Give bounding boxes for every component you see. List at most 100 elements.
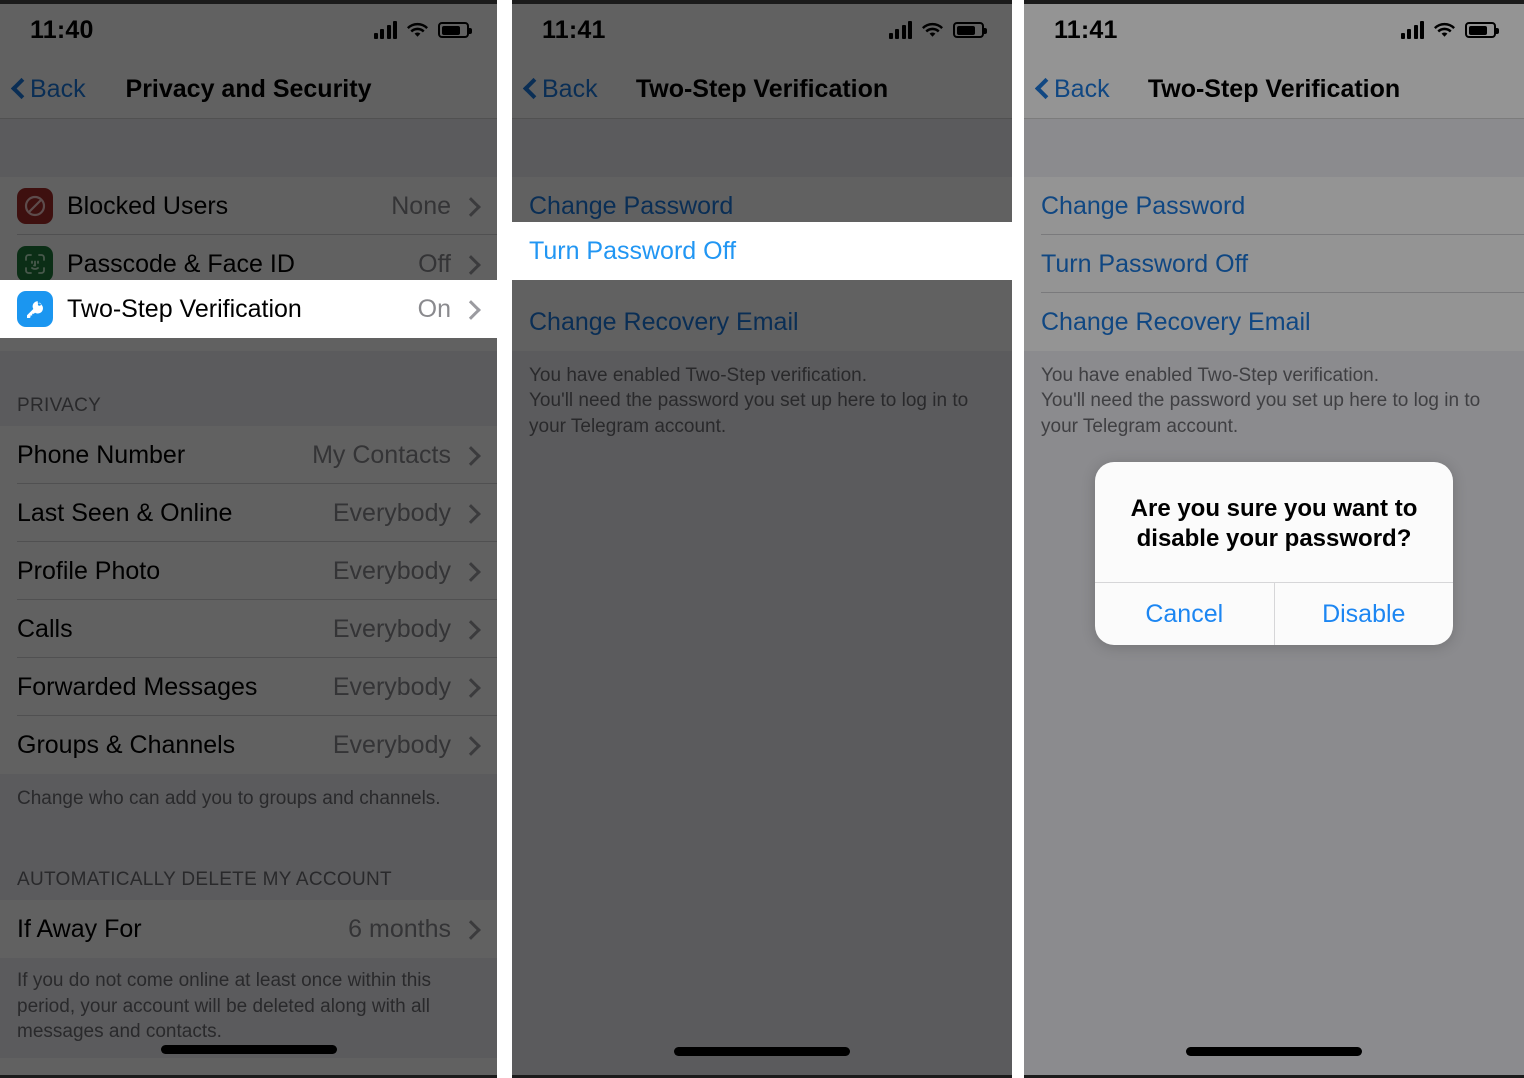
chevron-right-icon: [463, 256, 479, 272]
back-label: Back: [1054, 74, 1110, 103]
row-label: Two-Step Verification: [67, 294, 302, 323]
row-value: On: [417, 294, 451, 323]
back-button[interactable]: Back: [1024, 75, 1110, 104]
row-last-seen-online[interactable]: Last Seen & Online Everybody: [0, 484, 497, 542]
screen-1: 11:40 Back Privacy and Security Blocked …: [0, 0, 497, 1078]
battery-icon: [438, 22, 472, 38]
phone-panel-disable-confirm: 11:41 Back Two-Step Verification Change …: [1024, 0, 1524, 1078]
two-step-footer-note: You have enabled Two-Step verification. …: [1024, 351, 1524, 453]
row-value: Everybody: [332, 730, 451, 759]
row-value: Off: [418, 249, 451, 278]
frame-top-edge: [512, 0, 1012, 4]
nav-bar-2: Back Two-Step Verification: [512, 60, 1012, 119]
row-value: My Contacts: [312, 440, 451, 469]
wifi-icon: [1433, 22, 1456, 39]
row-phone-number[interactable]: Phone Number My Contacts: [0, 426, 497, 484]
auto-delete-group: If Away For 6 months: [0, 900, 497, 959]
row-label: Blocked Users: [67, 191, 229, 220]
row-forwarded-messages[interactable]: Forwarded Messages Everybody: [0, 658, 497, 716]
frame-top-edge: [0, 0, 497, 4]
row-label: Groups & Channels: [17, 730, 236, 759]
row-label: Profile Photo: [17, 556, 161, 585]
auto-delete-section-header: AUTOMATICALLY DELETE MY ACCOUNT: [0, 825, 497, 901]
list-top-spacer: [1024, 119, 1524, 177]
status-indicators: [1400, 21, 1499, 39]
nav-bar-3: Back Two-Step Verification: [1024, 60, 1524, 119]
cellular-signal-icon: [888, 21, 912, 39]
home-indicator: [674, 1047, 850, 1056]
back-button[interactable]: Back: [0, 75, 86, 104]
row-change-recovery-email[interactable]: Change Recovery Email: [512, 293, 1012, 351]
status-time: 11:40: [30, 15, 94, 44]
back-label: Back: [30, 74, 86, 103]
row-label: Calls: [17, 614, 73, 643]
row-turn-password-off[interactable]: Turn Password Off: [1024, 235, 1524, 293]
chevron-right-icon: [463, 921, 479, 937]
face-id-icon: [17, 246, 53, 282]
row-label: Forwarded Messages: [17, 672, 258, 701]
row-label: Change Password: [1041, 191, 1246, 220]
screen-3: 11:41 Back Two-Step Verification Change …: [1024, 0, 1524, 1078]
chevron-right-icon: [463, 737, 479, 753]
row-calls[interactable]: Calls Everybody: [0, 600, 497, 658]
row-label: Passcode & Face ID: [67, 249, 295, 278]
row-label: Change Recovery Email: [529, 307, 799, 336]
panel-gap-1: [497, 0, 512, 1078]
chevron-right-icon: [463, 563, 479, 579]
row-label: Turn Password Off: [529, 236, 737, 265]
alert-actions: Cancel Disable: [1095, 582, 1453, 645]
status-bar-3: 11:41: [1024, 0, 1524, 60]
nav-bar-1: Back Privacy and Security: [0, 60, 497, 119]
key-icon: [17, 291, 53, 327]
row-value: Everybody: [332, 672, 451, 701]
row-label: Change Password: [529, 191, 734, 220]
home-indicator: [160, 1045, 337, 1054]
auto-delete-footer-note: If you do not come online at least once …: [0, 958, 497, 1059]
disable-button[interactable]: Disable: [1273, 583, 1454, 645]
row-value: None: [391, 191, 451, 220]
row-if-away-for[interactable]: If Away For 6 months: [0, 900, 497, 959]
row-label: Change Recovery Email: [1041, 307, 1311, 336]
row-value: Everybody: [332, 498, 451, 527]
row-label: Phone Number: [17, 440, 186, 469]
back-label: Back: [542, 74, 598, 103]
chevron-left-icon: [12, 78, 25, 100]
battery-icon: [1465, 22, 1499, 38]
chevron-right-icon: [463, 679, 479, 695]
privacy-footer-note: Change who can add you to groups and cha…: [0, 774, 497, 826]
row-change-recovery-email[interactable]: Change Recovery Email: [1024, 293, 1524, 351]
row-label: Turn Password Off: [1041, 249, 1249, 278]
row-groups-channels[interactable]: Groups & Channels Everybody: [0, 716, 497, 774]
chevron-left-icon: [1036, 78, 1049, 100]
row-label: Last Seen & Online: [17, 498, 233, 527]
cellular-signal-icon: [373, 21, 397, 39]
phone-panel-two-step-highlight: 11:41 Back Two-Step Verification Change …: [512, 0, 1012, 1078]
privacy-group: Phone Number My Contacts Last Seen & Onl…: [0, 426, 497, 774]
two-step-footer-note: You have enabled Two-Step verification. …: [512, 351, 1012, 453]
chevron-right-icon: [463, 505, 479, 521]
three-phone-screenshot-strip: 11:40 Back Privacy and Security Blocked …: [0, 0, 1524, 1078]
alert-title: Are you sure you want to disable your pa…: [1130, 495, 1418, 552]
wifi-icon: [406, 22, 429, 39]
row-turn-password-off[interactable]: Turn Password Off: [512, 222, 1012, 280]
cancel-button[interactable]: Cancel: [1095, 583, 1274, 645]
screen-2: 11:41 Back Two-Step Verification Change …: [512, 0, 1012, 1078]
row-change-password[interactable]: Change Password: [1024, 177, 1524, 235]
cellular-signal-icon: [1400, 21, 1424, 39]
row-blocked-users[interactable]: Blocked Users None: [0, 177, 497, 235]
status-time: 11:41: [1054, 15, 1118, 44]
chevron-left-icon: [524, 78, 537, 100]
row-value: Everybody: [332, 614, 451, 643]
row-profile-photo[interactable]: Profile Photo Everybody: [0, 542, 497, 600]
wifi-icon: [921, 22, 944, 39]
status-indicators: [373, 21, 472, 39]
disable-password-alert: Are you sure you want to disable your pa…: [1095, 462, 1453, 645]
status-indicators: [888, 21, 987, 39]
list-top-spacer: [0, 119, 497, 177]
settings-list-1: Blocked Users None Passcode & Face ID Of…: [0, 119, 497, 1078]
back-button[interactable]: Back: [512, 75, 598, 104]
row-two-step-verification[interactable]: Two-Step Verification On: [0, 280, 497, 338]
status-bar-2: 11:41: [512, 0, 1012, 60]
row-value: Everybody: [332, 556, 451, 585]
status-bar-1: 11:40: [0, 0, 497, 60]
